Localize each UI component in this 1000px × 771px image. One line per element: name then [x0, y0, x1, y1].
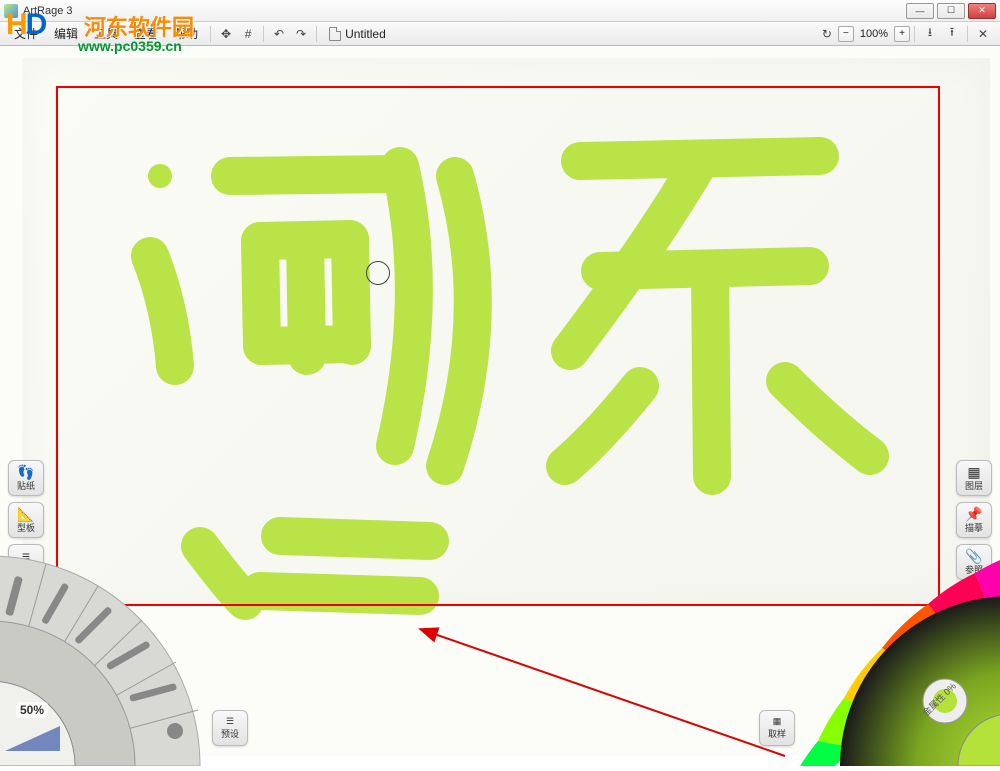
preset-icon: ☰: [226, 716, 234, 727]
move-tool-icon[interactable]: ✥: [215, 24, 237, 44]
app-icon: [4, 4, 18, 18]
menu-file[interactable]: 文件: [6, 22, 46, 45]
menu-view[interactable]: 查看: [126, 22, 166, 45]
menu-edit[interactable]: 编辑: [46, 22, 86, 45]
menu-tools[interactable]: 工具: [86, 22, 126, 45]
color-picker[interactable]: 金属性 0%: [800, 556, 1000, 766]
zoom-value: 100%: [856, 28, 892, 40]
menubar: 文件 编辑 工具 查看 帮助 ✥ # ↶ ↷ Untitled ↻ − 100%…: [0, 22, 1000, 46]
import-icon[interactable]: ⭳: [919, 24, 941, 44]
layers-button[interactable]: ▦图层: [956, 460, 992, 496]
brush-size-label[interactable]: 50%: [16, 702, 48, 718]
undo-icon[interactable]: ↶: [268, 24, 290, 44]
tracing-button[interactable]: 📌描摹: [956, 502, 992, 538]
minimize-button[interactable]: —: [906, 3, 934, 19]
samples-button[interactable]: ▦取样: [759, 710, 795, 746]
grid-icon[interactable]: #: [237, 24, 259, 44]
export-icon[interactable]: ⭱: [941, 24, 963, 44]
redo-icon[interactable]: ↷: [290, 24, 312, 44]
close-button[interactable]: ✕: [968, 3, 996, 19]
document-icon: [329, 27, 341, 41]
separator: [263, 26, 264, 42]
tool-picker[interactable]: 50%: [0, 526, 230, 766]
close-doc-icon[interactable]: ✕: [972, 24, 994, 44]
ruler-icon: 📐: [17, 507, 34, 521]
zoom-out-button[interactable]: −: [838, 26, 854, 42]
maximize-button[interactable]: ☐: [937, 3, 965, 19]
stickers-button[interactable]: 👣贴纸: [8, 460, 44, 496]
separator: [967, 26, 968, 42]
zoom-in-button[interactable]: +: [894, 26, 910, 42]
separator: [914, 26, 915, 42]
document-title: Untitled: [345, 27, 386, 41]
separator: [316, 26, 317, 42]
document-tab[interactable]: Untitled: [321, 25, 394, 43]
window-titlebar: ArtRage 3 — ☐ ✕: [0, 0, 1000, 22]
footprint-icon: 👣: [17, 465, 34, 479]
separator: [210, 26, 211, 42]
zoom-control: − 100% +: [838, 26, 910, 42]
presets-button[interactable]: ☰预设: [212, 710, 248, 746]
brush-cursor: [366, 261, 390, 285]
pin-icon: 📌: [965, 507, 982, 521]
menu-help[interactable]: 帮助: [166, 22, 206, 45]
samples-icon: ▦: [773, 716, 782, 727]
rotate-button[interactable]: ↻: [816, 24, 838, 44]
layers-icon: ▦: [967, 465, 980, 479]
window-title: ArtRage 3: [23, 5, 73, 17]
